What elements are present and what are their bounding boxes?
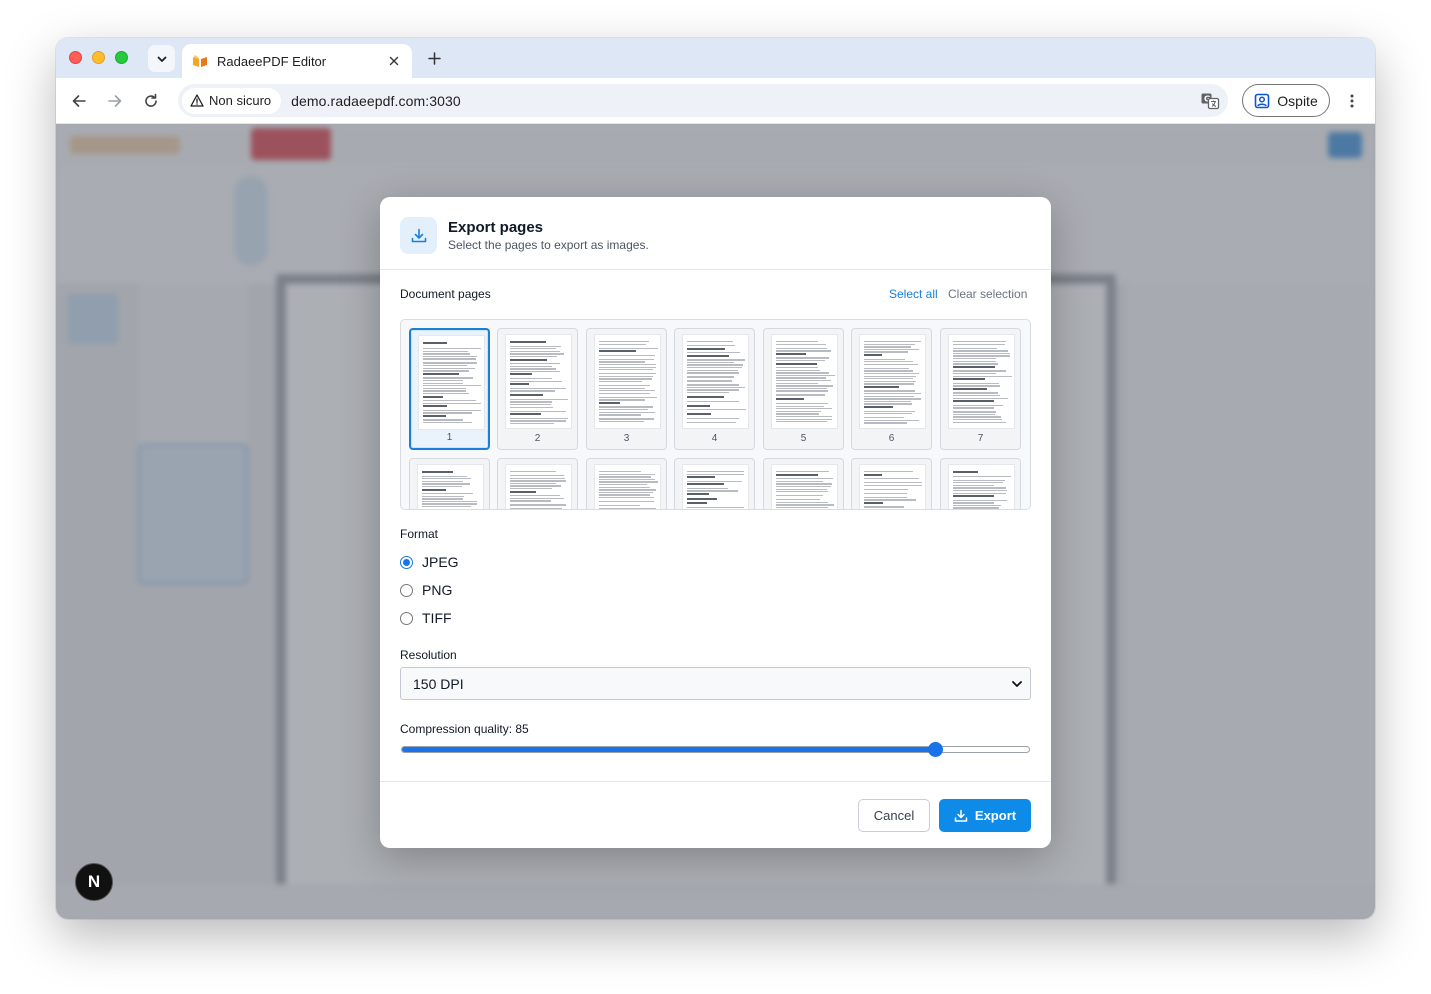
dialog-subtitle: Select the pages to export as images.	[448, 238, 649, 252]
radio-button[interactable]	[400, 555, 413, 569]
forward-button[interactable]	[103, 89, 127, 113]
page-thumbnail[interactable]	[674, 458, 755, 509]
export-button[interactable]: Export	[939, 799, 1031, 832]
dialog-footer: Cancel Export	[380, 781, 1051, 848]
chevron-down-icon	[1012, 681, 1022, 687]
page-thumbnail[interactable]: 7	[940, 328, 1021, 450]
page-preview	[505, 464, 572, 509]
page-number: 6	[888, 433, 895, 444]
page-preview	[418, 335, 485, 430]
page-thumbnail[interactable]: 3	[586, 328, 667, 450]
export-pages-dialog: Export pages Select the pages to export …	[380, 197, 1051, 848]
resolution-value: 150 DPI	[413, 675, 464, 692]
page-thumbnail-grid[interactable]: 1 2 3 4 5 6 7	[400, 319, 1031, 510]
format-option-label: TIFF	[422, 610, 452, 626]
page-preview	[771, 464, 838, 509]
page-preview	[682, 464, 749, 509]
browser-menu-button[interactable]	[1341, 89, 1363, 113]
dialog-title: Export pages	[448, 219, 544, 236]
guest-profile-icon	[1254, 93, 1270, 108]
format-option-tiff[interactable]: TIFF	[400, 610, 452, 626]
back-button[interactable]	[67, 89, 91, 113]
reload-button[interactable]	[139, 89, 163, 113]
tab-search-button[interactable]	[148, 45, 175, 72]
format-option-jpeg[interactable]: JPEG	[400, 554, 459, 570]
page-number: 5	[800, 433, 807, 444]
download-icon	[954, 809, 968, 822]
compression-quality-label: Compression quality: 85	[400, 722, 529, 736]
page-preview	[948, 334, 1015, 429]
page-number: 3	[623, 433, 630, 444]
url-text: demo.radaeepdf.com:3030	[291, 92, 461, 109]
download-icon	[400, 217, 437, 254]
slider-fill	[402, 747, 935, 752]
clear-selection-button[interactable]: Clear selection	[948, 287, 1027, 301]
minimize-window-button[interactable]	[92, 51, 105, 64]
page-thumbnail[interactable]	[497, 458, 578, 509]
slider-thumb[interactable]	[927, 742, 943, 757]
page-preview	[859, 334, 926, 429]
page-thumbnail[interactable]: 1	[409, 328, 490, 450]
format-label: Format	[400, 527, 439, 541]
cancel-button[interactable]: Cancel	[858, 799, 930, 832]
dialog-header: Export pages Select the pages to export …	[380, 197, 1051, 270]
warning-icon	[190, 94, 204, 107]
page-number: 7	[977, 433, 984, 444]
page-thumbnail[interactable]	[851, 458, 932, 509]
resolution-label: Resolution	[400, 648, 457, 662]
more-vertical-icon	[1350, 94, 1354, 108]
page-thumbnail[interactable]: 2	[497, 328, 578, 450]
next-logo-icon[interactable]: N	[75, 863, 113, 901]
page-thumbnail[interactable]	[763, 458, 844, 509]
compression-quality-slider[interactable]	[401, 742, 1030, 757]
radio-button[interactable]	[400, 583, 413, 597]
page-preview	[771, 334, 838, 429]
browser-toolbar: Non sicuro demo.radaeepdf.com:3030 G Osp…	[56, 78, 1375, 124]
format-option-png[interactable]: PNG	[400, 582, 452, 598]
address-bar[interactable]: Non sicuro demo.radaeepdf.com:3030 G	[178, 84, 1228, 117]
zoom-window-button[interactable]	[115, 51, 128, 64]
page-number: 2	[534, 433, 541, 444]
plus-icon	[427, 51, 441, 65]
document-pages-label: Document pages	[400, 287, 491, 301]
page-thumbnail[interactable]: 5	[763, 328, 844, 450]
arrow-right-icon	[108, 95, 122, 107]
page-thumbnail[interactable]: 6	[851, 328, 932, 450]
new-tab-button[interactable]	[423, 47, 445, 69]
page-number: 4	[711, 433, 718, 444]
format-option-label: PNG	[422, 582, 453, 598]
select-all-button[interactable]: Select all	[889, 287, 938, 301]
translate-icon[interactable]: G	[1200, 91, 1220, 111]
reload-icon	[145, 93, 157, 107]
arrow-left-icon	[72, 95, 86, 107]
tab-strip: RadaeePDF Editor	[56, 38, 1375, 78]
chevron-down-icon	[157, 56, 166, 62]
close-window-button[interactable]	[69, 51, 82, 64]
radio-button[interactable]	[400, 611, 413, 625]
profile-button[interactable]: Ospite	[1242, 84, 1330, 117]
page-thumbnail[interactable]: 4	[674, 328, 755, 450]
page-preview	[417, 464, 484, 509]
page-preview	[594, 334, 661, 429]
page-preview	[948, 464, 1015, 509]
page-preview	[594, 464, 661, 509]
page-preview	[682, 334, 749, 429]
export-label: Export	[974, 808, 1017, 823]
format-option-label: JPEG	[422, 554, 459, 570]
page-thumbnail[interactable]	[940, 458, 1021, 509]
page-preview	[505, 334, 572, 429]
page-thumbnail[interactable]	[586, 458, 667, 509]
close-tab-icon[interactable]	[386, 53, 402, 69]
browser-tab[interactable]: RadaeePDF Editor	[182, 44, 412, 78]
page-number: 1	[446, 432, 453, 443]
resolution-select[interactable]: 150 DPI	[400, 667, 1031, 700]
site-security-chip[interactable]: Non sicuro	[182, 87, 282, 114]
security-label: Non sicuro	[209, 93, 272, 108]
profile-label: Ospite	[1277, 92, 1318, 109]
radaee-favicon-icon	[193, 55, 207, 67]
tab-title: RadaeePDF Editor	[217, 53, 327, 69]
page-thumbnail[interactable]	[409, 458, 490, 509]
page-preview	[859, 464, 926, 509]
